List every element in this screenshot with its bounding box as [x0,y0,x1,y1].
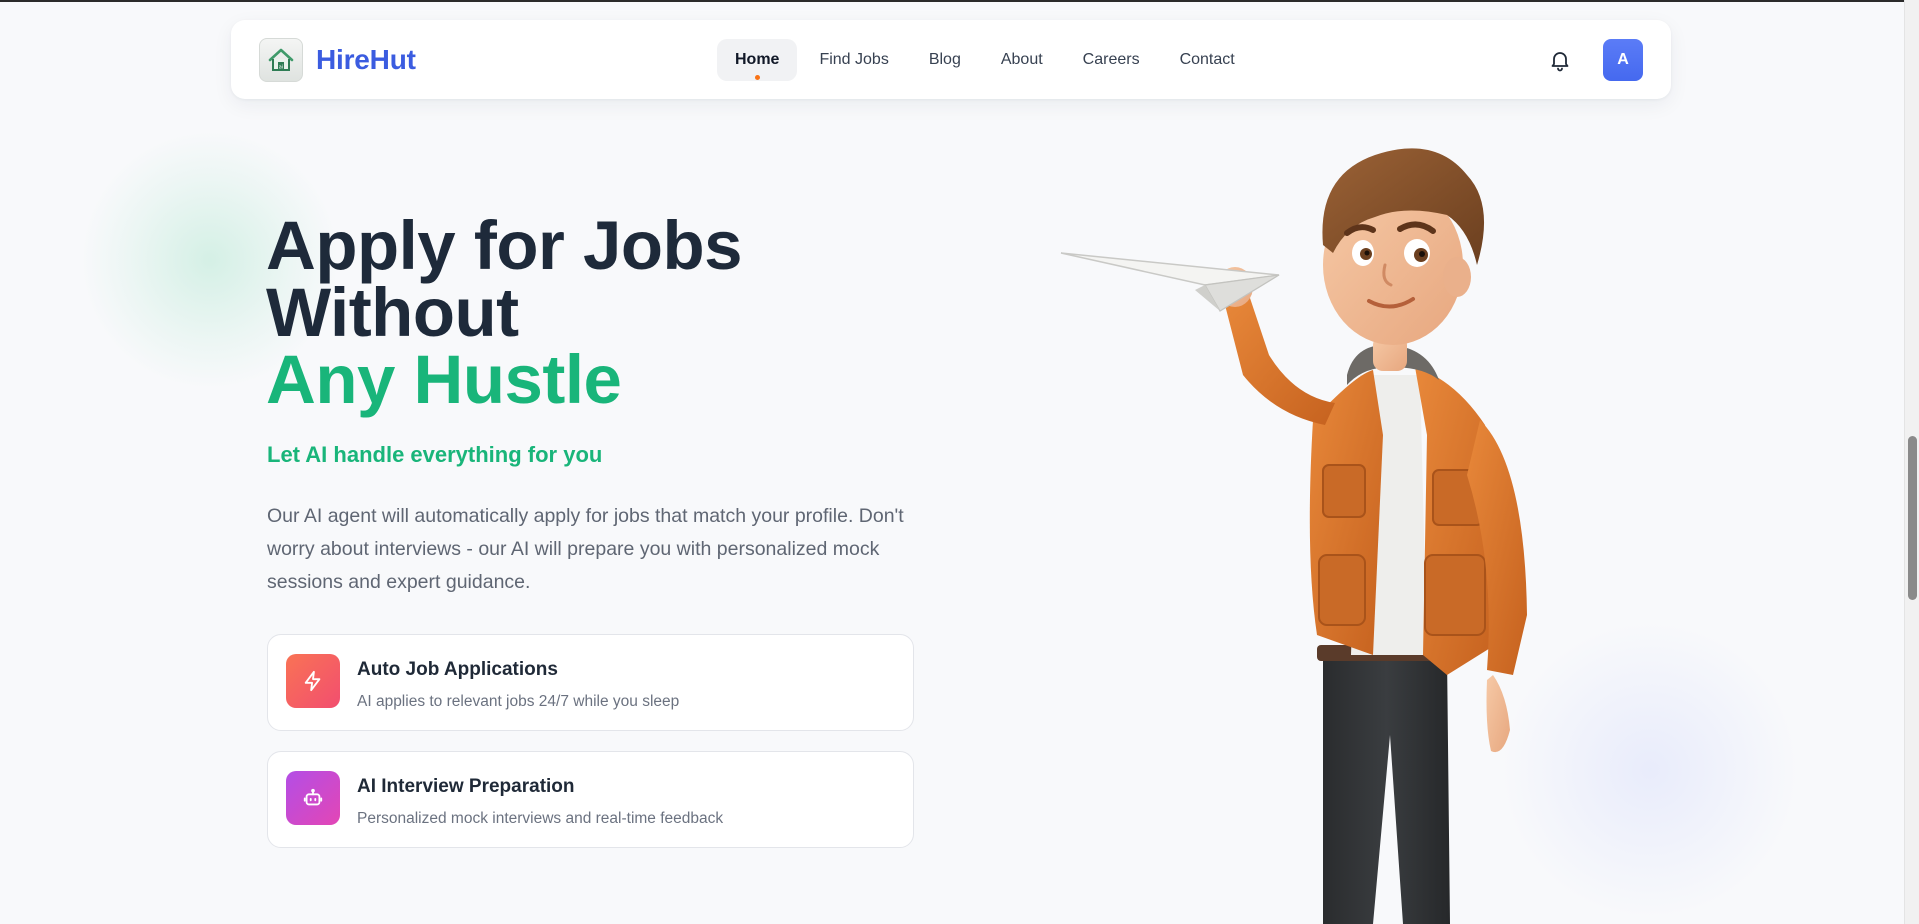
feature-card-auto-apply[interactable]: Auto Job Applications AI applies to rele… [267,634,914,731]
nav-item-label: About [1000,51,1043,68]
feature-description: Personalized mock interviews and real-ti… [357,810,724,827]
brand[interactable]: ai HireHut [259,38,416,82]
nav-item-blog[interactable]: Blog [911,39,979,81]
hero-title-line2: Without [266,274,519,351]
top-navbar: ai HireHut Home Find Jobs Blog About Car… [231,20,1671,99]
svg-text:ai: ai [279,65,283,71]
nav-item-contact[interactable]: Contact [1162,39,1253,81]
house-logo-icon: ai [259,38,303,82]
hero-title: Apply for Jobs Without Any Hustle [266,211,966,414]
nav-links: Home Find Jobs Blog About Careers Contac… [717,39,1257,81]
nav-item-label: Find Jobs [819,51,889,68]
nav-item-label: Contact [1179,51,1235,68]
bell-icon[interactable] [1546,46,1574,74]
active-indicator-dot [755,75,761,80]
hero-description: Our AI agent will automatically apply fo… [267,505,904,593]
nav-item-home[interactable]: Home [717,39,798,81]
nav-item-label: Home [735,51,780,68]
nav-item-careers[interactable]: Careers [1065,39,1158,81]
feature-card-interview-prep[interactable]: AI Interview Preparation Personalized mo… [267,751,914,848]
feature-title: Auto Job Applications [357,659,558,680]
nav-item-label: Careers [1082,51,1140,68]
window-top-border [0,0,1919,2]
nav-item-label: Blog [928,51,961,68]
feature-description: AI applies to relevant jobs 24/7 while y… [357,693,680,710]
robot-icon [286,771,340,825]
vertical-scrollbar[interactable] [1904,0,1919,924]
feature-title: AI Interview Preparation [357,776,575,797]
hero-title-highlight: Any Hustle [266,341,622,418]
scrollbar-thumb[interactable] [1908,436,1917,600]
page-viewport: ai HireHut Home Find Jobs Blog About Car… [0,0,1904,924]
boy-throwing-paper-plane-illustration [1055,135,1575,924]
nav-item-about[interactable]: About [983,39,1061,81]
hero-title-line1: Apply for Jobs [266,207,743,284]
brand-name: HireHut [316,44,416,75]
user-avatar-button[interactable]: A [1603,39,1643,81]
lightning-icon [286,654,340,708]
hero-tagline: Let AI handle everything for you [267,442,603,467]
nav-item-find-jobs[interactable]: Find Jobs [801,39,906,81]
